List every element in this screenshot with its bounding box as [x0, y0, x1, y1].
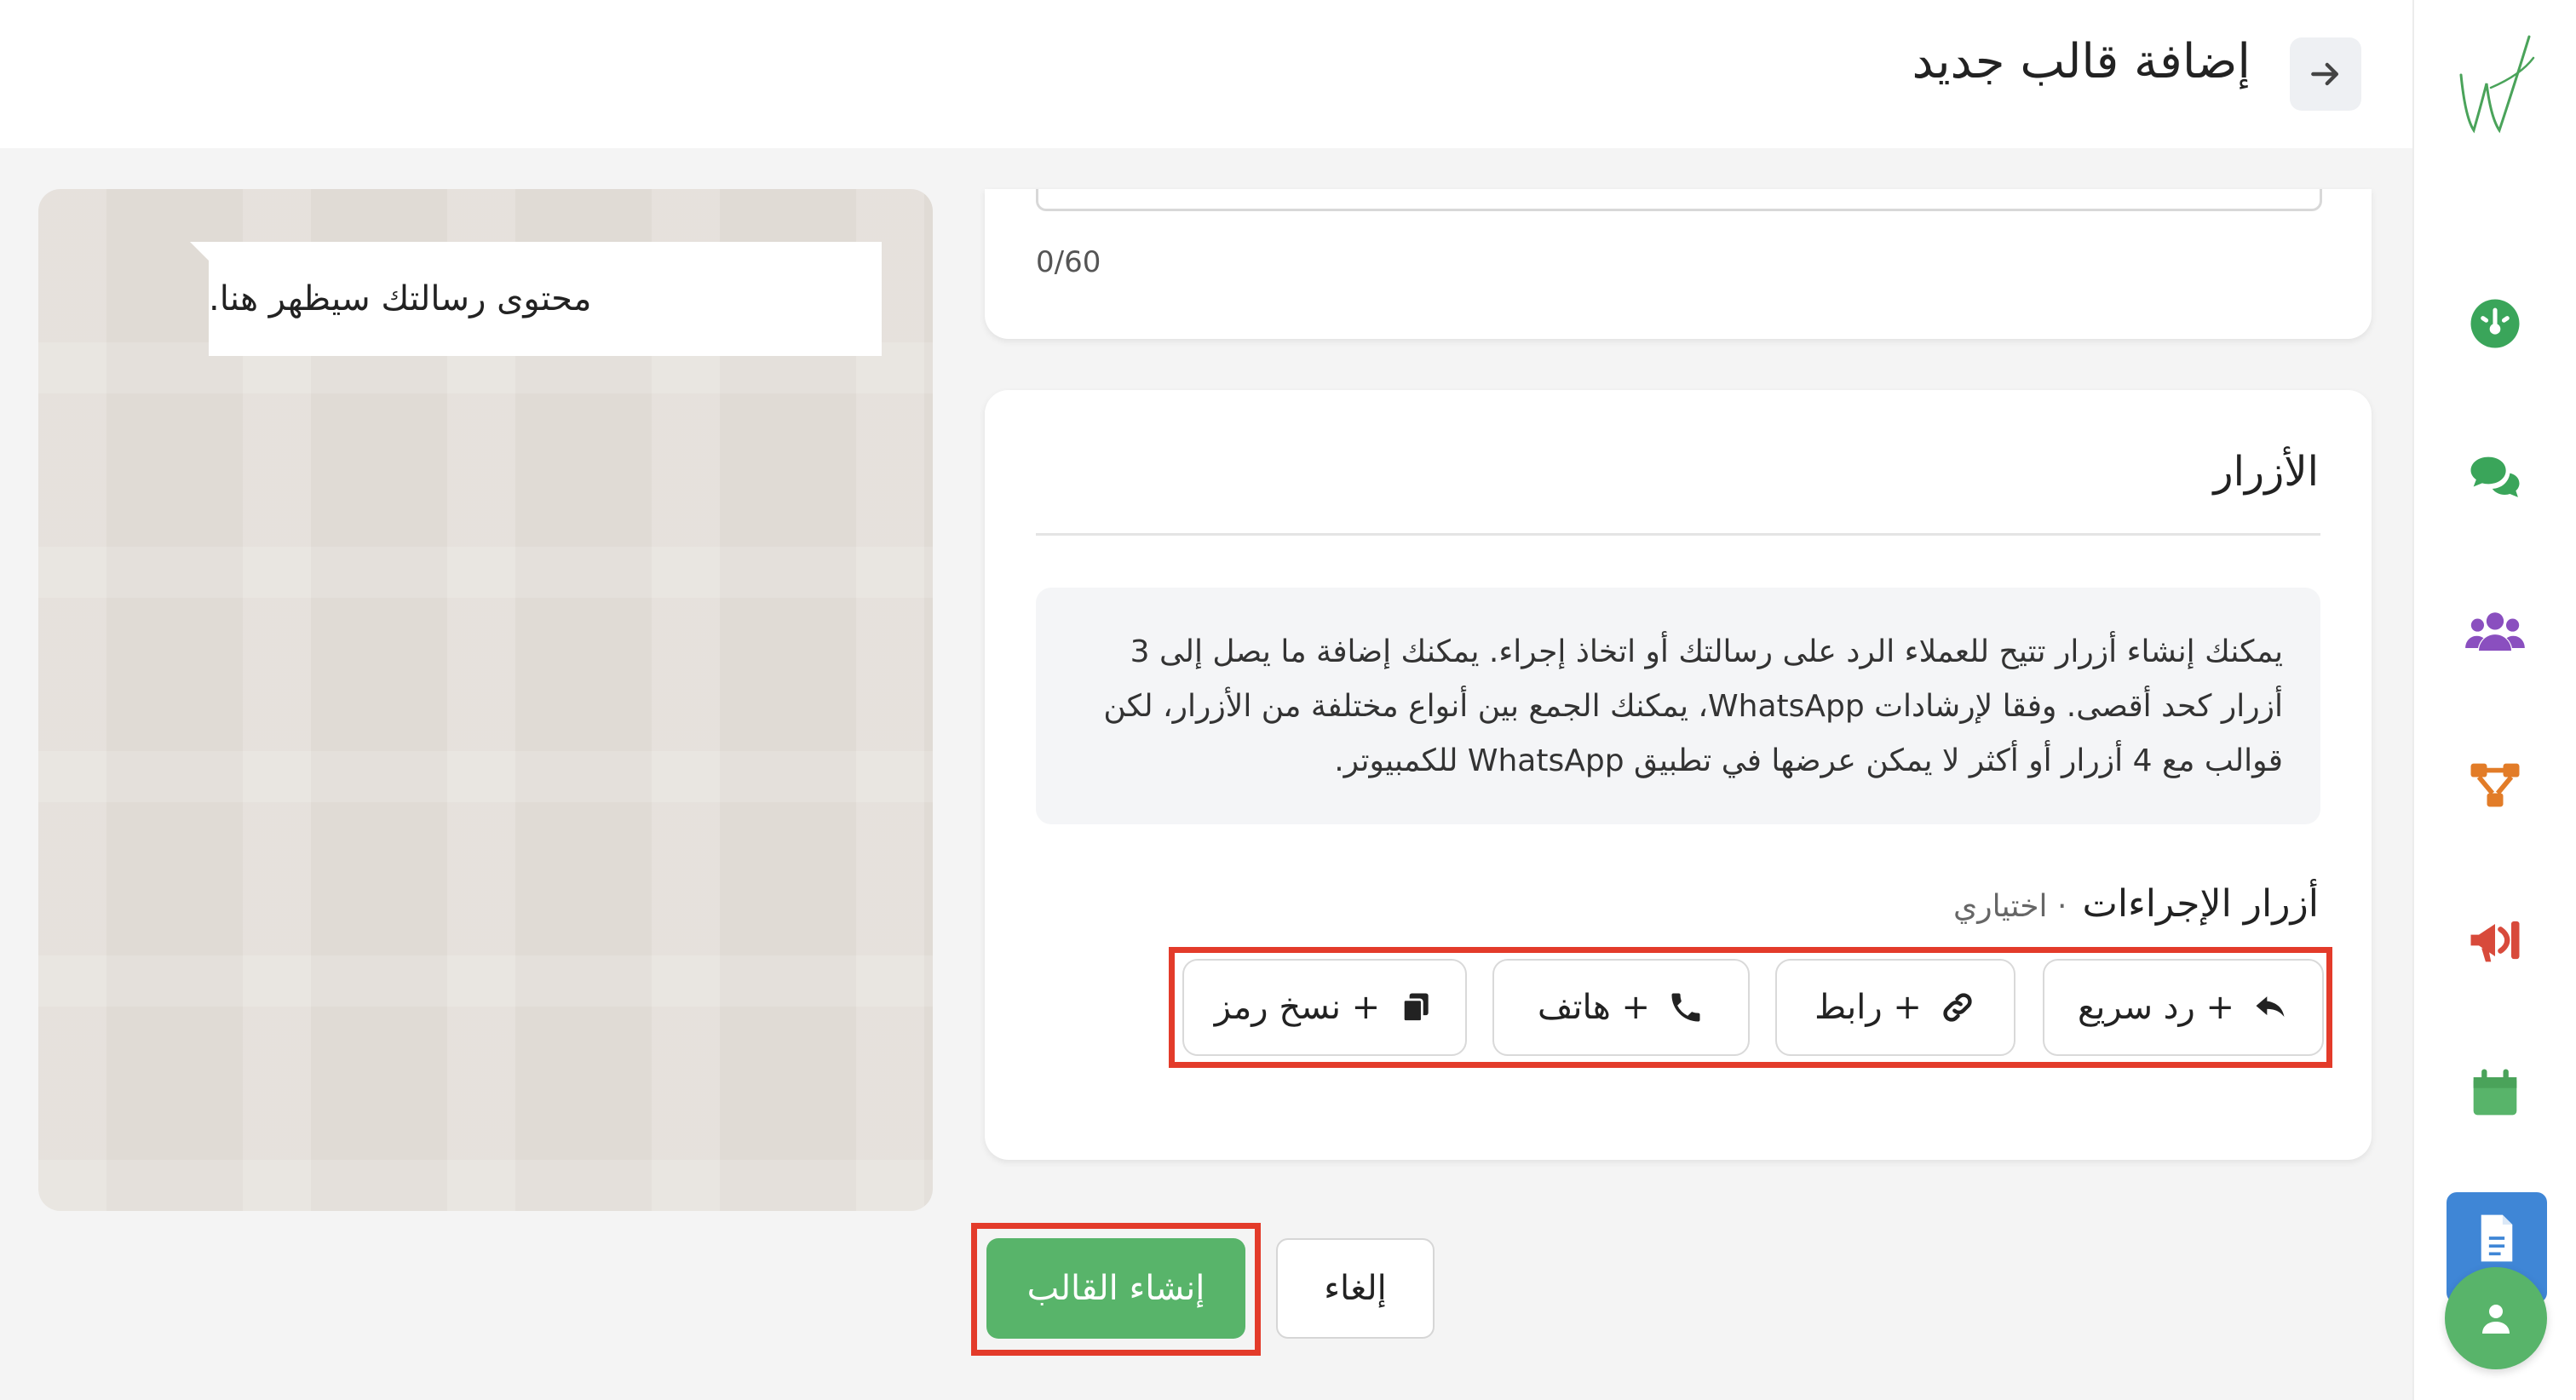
buttons-section-title: الأزرار: [2213, 448, 2319, 496]
copy-code-label: + نسخ رمز: [1214, 988, 1381, 1027]
copy-code-button[interactable]: + نسخ رمز: [1182, 959, 1467, 1056]
buttons-info-box: يمكنك إنشاء أزرار تتيح للعملاء الرد على …: [1036, 588, 2320, 824]
flows-icon: [2470, 763, 2520, 807]
nav-dashboard[interactable]: [2461, 290, 2529, 358]
nav-campaigns[interactable]: [2461, 906, 2529, 974]
reply-icon: [2256, 996, 2285, 1017]
link-label: + رابط: [1814, 988, 1922, 1027]
actions-label-text: أزرار الإجراءات: [2082, 882, 2319, 926]
body-card: 0/60: [985, 189, 2372, 339]
calendar-icon: [2473, 1069, 2517, 1116]
body-textarea[interactable]: [1036, 189, 2322, 211]
cancel-button[interactable]: إلغاء: [1276, 1238, 1435, 1339]
copy-icon: [1402, 993, 1429, 1023]
bubble-tail: [190, 242, 210, 262]
templates-icon: [2481, 1214, 2513, 1262]
phone-label: + هاتف: [1537, 988, 1651, 1027]
quick-reply-button[interactable]: + رد سريع: [2043, 959, 2324, 1056]
profile-button[interactable]: [2445, 1267, 2547, 1369]
nav-flows[interactable]: [2461, 751, 2529, 819]
back-button[interactable]: [2290, 37, 2361, 111]
optional-label: · اختياري: [1953, 889, 2067, 924]
page-title: إضافة قالب جديد: [1912, 34, 2251, 89]
link-button[interactable]: + رابط: [1775, 959, 2015, 1056]
nav-calendar[interactable]: [2461, 1059, 2529, 1127]
page-header: إضافة قالب جديد: [0, 0, 2412, 148]
create-template-button[interactable]: إنشاء القالب: [986, 1238, 1245, 1339]
sidebar: [2412, 0, 2576, 1400]
campaigns-icon: [2470, 921, 2520, 962]
nav-chats[interactable]: [2461, 445, 2529, 513]
char-counter: 0/60: [1036, 245, 1101, 279]
contacts-icon: [2465, 612, 2525, 651]
arrow-right-icon: [2311, 62, 2339, 86]
chat-icon: [2470, 456, 2520, 497]
message-preview: محتوى رسالتك سيظهر هنا.: [38, 189, 933, 1211]
section-divider: [1036, 533, 2320, 536]
app-logo[interactable]: [2452, 24, 2538, 143]
nav-contacts[interactable]: [2461, 598, 2529, 666]
phone-button[interactable]: + هاتف: [1492, 959, 1750, 1056]
actions-label: أزرار الإجراءات · اختياري: [1953, 882, 2319, 926]
message-bubble: محتوى رسالتك سيظهر هنا.: [209, 242, 882, 356]
link-icon: [1943, 993, 1972, 1022]
dashboard-icon: [2470, 299, 2520, 348]
profile-icon: [2482, 1305, 2510, 1334]
phone-icon: [1671, 993, 1700, 1022]
quick-reply-label: + رد سريع: [2077, 988, 2235, 1027]
